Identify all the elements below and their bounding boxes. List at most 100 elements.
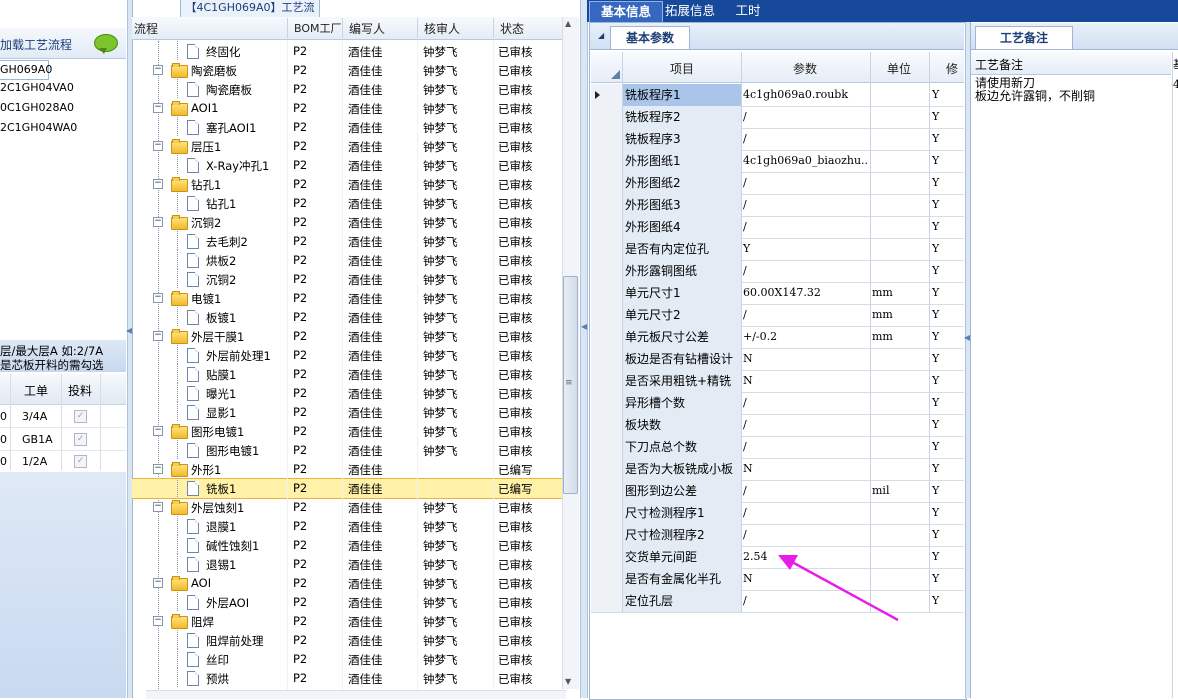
tree-node-label[interactable]: 塞孔AOI1 <box>206 120 256 136</box>
param-item-cell[interactable]: 定位孔层 <box>623 590 742 612</box>
param-modify-cell[interactable]: Y <box>932 106 962 128</box>
column-header-writer[interactable]: 编写人 <box>349 20 385 37</box>
param-value-cell[interactable]: / <box>743 106 869 128</box>
param-unit-cell[interactable] <box>872 216 928 238</box>
param-unit-cell[interactable] <box>872 436 928 458</box>
param-modify-cell[interactable]: Y <box>932 216 962 238</box>
param-modify-cell[interactable]: Y <box>932 348 962 370</box>
param-modify-cell[interactable]: Y <box>932 238 962 260</box>
param-modify-cell[interactable]: Y <box>932 128 962 150</box>
param-item-cell[interactable]: 是否采用粗铣+精铣 <box>623 370 742 392</box>
column-header-order[interactable]: 工单 <box>24 382 48 399</box>
param-value-cell[interactable]: / <box>743 128 869 150</box>
row-indicator[interactable] <box>591 106 622 128</box>
param-modify-cell[interactable]: Y <box>932 84 962 106</box>
column-header-modify[interactable]: 修 <box>946 60 958 77</box>
param-value-cell[interactable]: / <box>743 436 869 458</box>
row-indicator[interactable] <box>591 282 622 304</box>
param-value-cell[interactable]: / <box>743 216 869 238</box>
tree-node-label[interactable]: 丝印 <box>206 652 229 668</box>
param-value-cell[interactable]: / <box>743 260 869 282</box>
tree-node-label[interactable]: 外层前处理1 <box>206 348 271 364</box>
row-indicator[interactable] <box>591 436 622 458</box>
remarks-column-label[interactable]: 工艺备注 <box>975 56 1023 73</box>
row-indicator[interactable] <box>591 590 622 612</box>
tree-collapse-toggle-icon[interactable]: − <box>153 141 163 151</box>
param-value-cell[interactable]: 4c1gh069a0_biaozhu... <box>743 150 869 172</box>
remarks-text[interactable]: 请使用新刀 板边允许露铜，不削铜 <box>975 77 1095 103</box>
row-indicator[interactable] <box>591 172 622 194</box>
param-unit-cell[interactable] <box>872 502 928 524</box>
param-unit-cell[interactable] <box>872 238 928 260</box>
row-indicator[interactable] <box>591 568 622 590</box>
param-item-cell[interactable]: 外形图纸3 <box>623 194 742 216</box>
param-value-cell[interactable]: / <box>743 304 869 326</box>
remarks-panel-title[interactable]: 工艺备注 <box>975 26 1073 49</box>
vertical-splitter[interactable] <box>580 0 588 698</box>
row-indicator[interactable] <box>591 414 622 436</box>
param-modify-cell[interactable]: Y <box>932 524 962 546</box>
tree-node-label[interactable]: 阻焊 <box>191 614 214 630</box>
row-indicator[interactable] <box>591 370 622 392</box>
param-value-cell[interactable]: N <box>743 348 869 370</box>
param-modify-cell[interactable]: Y <box>932 172 962 194</box>
tab-work-hours[interactable]: 工时 <box>733 1 763 21</box>
row-indicator[interactable] <box>591 260 622 282</box>
param-item-cell[interactable]: 尺寸检测程序1 <box>623 502 742 524</box>
param-unit-cell[interactable]: mil <box>872 480 928 502</box>
tab-basic-info[interactable]: 基本信息 <box>589 1 663 22</box>
param-modify-cell[interactable]: Y <box>932 436 962 458</box>
param-item-cell[interactable]: 交货单元间距 <box>623 546 742 568</box>
param-unit-cell[interactable] <box>872 414 928 436</box>
param-modify-cell[interactable]: Y <box>932 502 962 524</box>
tree-node-label[interactable]: X-Ray冲孔1 <box>206 158 269 174</box>
tab-extended-info[interactable]: 拓展信息 <box>664 1 716 21</box>
param-modify-cell[interactable]: Y <box>932 282 962 304</box>
tree-node-label[interactable]: 钻孔1 <box>206 196 236 212</box>
tree-collapse-toggle-icon[interactable]: − <box>153 578 163 588</box>
param-unit-cell[interactable] <box>872 392 928 414</box>
feed-checkbox[interactable]: ✓ <box>74 433 87 446</box>
tree-node-label[interactable]: 显影1 <box>206 405 236 421</box>
order-code-item[interactable]: 0C1GH028A0 <box>0 101 74 114</box>
tree-node-label[interactable]: 贴膜1 <box>206 367 236 383</box>
row-indicator[interactable] <box>591 304 622 326</box>
column-header-feed[interactable]: 投料 <box>68 382 92 399</box>
tree-collapse-toggle-icon[interactable]: − <box>153 179 163 189</box>
tree-node-label[interactable]: 板镀1 <box>206 310 236 326</box>
tree-node-label[interactable]: 外形1 <box>191 462 221 478</box>
param-unit-cell[interactable] <box>872 524 928 546</box>
tree-node-label[interactable]: AOI1 <box>191 101 218 115</box>
param-modify-cell[interactable]: Y <box>932 260 962 282</box>
param-item-cell[interactable]: 板边是否有钻槽设计 <box>623 348 742 370</box>
param-item-cell[interactable]: 是否为大板铣成小板 <box>623 458 742 480</box>
tree-node-label[interactable]: 陶瓷磨板 <box>206 82 252 98</box>
param-item-cell[interactable]: 是否有内定位孔 <box>623 238 742 260</box>
params-panel-title[interactable]: 基本参数 <box>610 26 690 49</box>
param-item-cell[interactable]: 单元尺寸1 <box>623 282 742 304</box>
column-header-param[interactable]: 参数 <box>793 60 817 77</box>
param-item-cell[interactable]: 尺寸检测程序2 <box>623 524 742 546</box>
feed-checkbox[interactable]: ✓ <box>74 455 87 468</box>
param-value-cell[interactable]: / <box>743 524 869 546</box>
param-unit-cell[interactable] <box>872 370 928 392</box>
column-header-unit[interactable]: 单位 <box>887 60 911 77</box>
param-modify-cell[interactable]: Y <box>932 370 962 392</box>
param-item-cell[interactable]: 外形图纸1 <box>623 150 742 172</box>
table-row[interactable] <box>0 450 126 473</box>
order-code-item[interactable]: GH069A0 <box>0 60 52 80</box>
tree-node-label[interactable]: 沉铜2 <box>191 215 221 231</box>
tree-node-label[interactable]: 终固化 <box>206 44 241 60</box>
param-item-cell[interactable]: 板块数 <box>623 414 742 436</box>
tree-node-label[interactable]: 阻焊前处理 <box>206 633 264 649</box>
row-indicator[interactable] <box>591 326 622 348</box>
param-value-cell[interactable]: / <box>743 194 869 216</box>
param-value-cell[interactable]: / <box>743 392 869 414</box>
param-unit-cell[interactable]: mm <box>872 304 928 326</box>
param-item-cell[interactable]: 是否有金属化半孔 <box>623 568 742 590</box>
process-flow-tab[interactable]: 【4C1GH069A0】工艺流程 <box>180 0 320 30</box>
speech-bubble-icon[interactable] <box>94 34 118 54</box>
param-unit-cell[interactable] <box>872 128 928 150</box>
param-item-cell[interactable]: 单元板尺寸公差 <box>623 326 742 348</box>
tree-node-label[interactable]: 层压1 <box>191 139 221 155</box>
